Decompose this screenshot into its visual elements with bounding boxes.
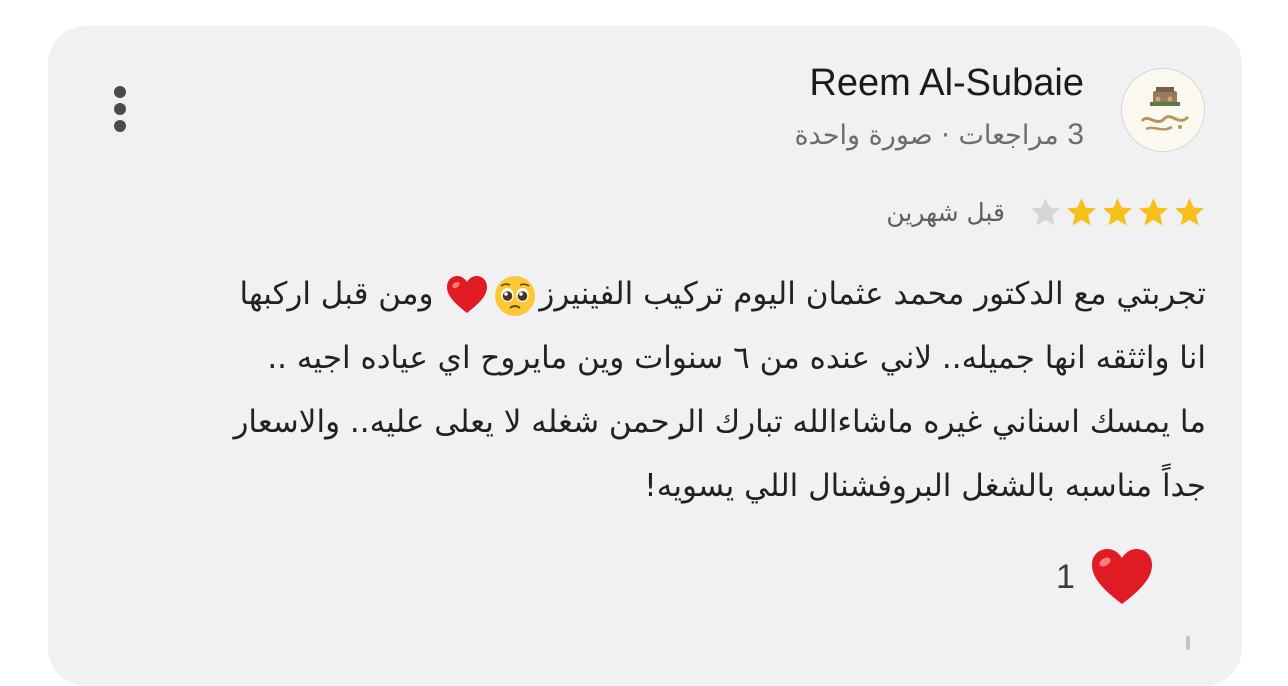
scroll-indicator (1186, 636, 1190, 650)
star-filled-icon (1139, 197, 1168, 225)
review-text-line1-part1: تجربتي مع الدكتور محمد عثمان اليوم تركيب… (539, 276, 1206, 312)
review-text-line1-part2: ومن قبل اركبها (239, 276, 444, 312)
review-text: تجربتي مع الدكتور محمد عثمان اليوم تركيب… (96, 262, 1206, 518)
star-filled-icon (1067, 197, 1096, 225)
star-filled-icon (1103, 197, 1132, 225)
star-filled-icon (1175, 197, 1204, 225)
heart-icon (1091, 549, 1152, 604)
star-rating (1029, 196, 1206, 229)
avatar-image (1123, 70, 1204, 151)
reviewer-meta: 3 مراجعات · صورة واحدة (795, 118, 1085, 152)
review-text-rest: انا واثثقه انها جميله.. لاني عنده من ٦ س… (233, 340, 1206, 504)
reviews-count: 3 (1067, 118, 1084, 151)
reviews-label: مراجعات (958, 120, 1059, 151)
more-vertical-icon (114, 86, 126, 98)
reaction-button[interactable]: 1 (1056, 542, 1155, 612)
reviewer-name[interactable]: Reem Al-Subaie (809, 62, 1084, 105)
star-empty-icon (1031, 197, 1060, 225)
meta-separator: · (941, 120, 950, 151)
photos-label: صورة واحدة (794, 120, 933, 151)
pleading-face-emoji (495, 275, 536, 316)
rating-row: قبل شهرين (886, 190, 1206, 234)
reaction-count: 1 (1056, 557, 1075, 596)
review-date: قبل شهرين (886, 197, 1005, 227)
more-options-button[interactable] (110, 84, 132, 134)
avatar[interactable] (1121, 68, 1205, 152)
red-heart-emoji (447, 275, 488, 313)
